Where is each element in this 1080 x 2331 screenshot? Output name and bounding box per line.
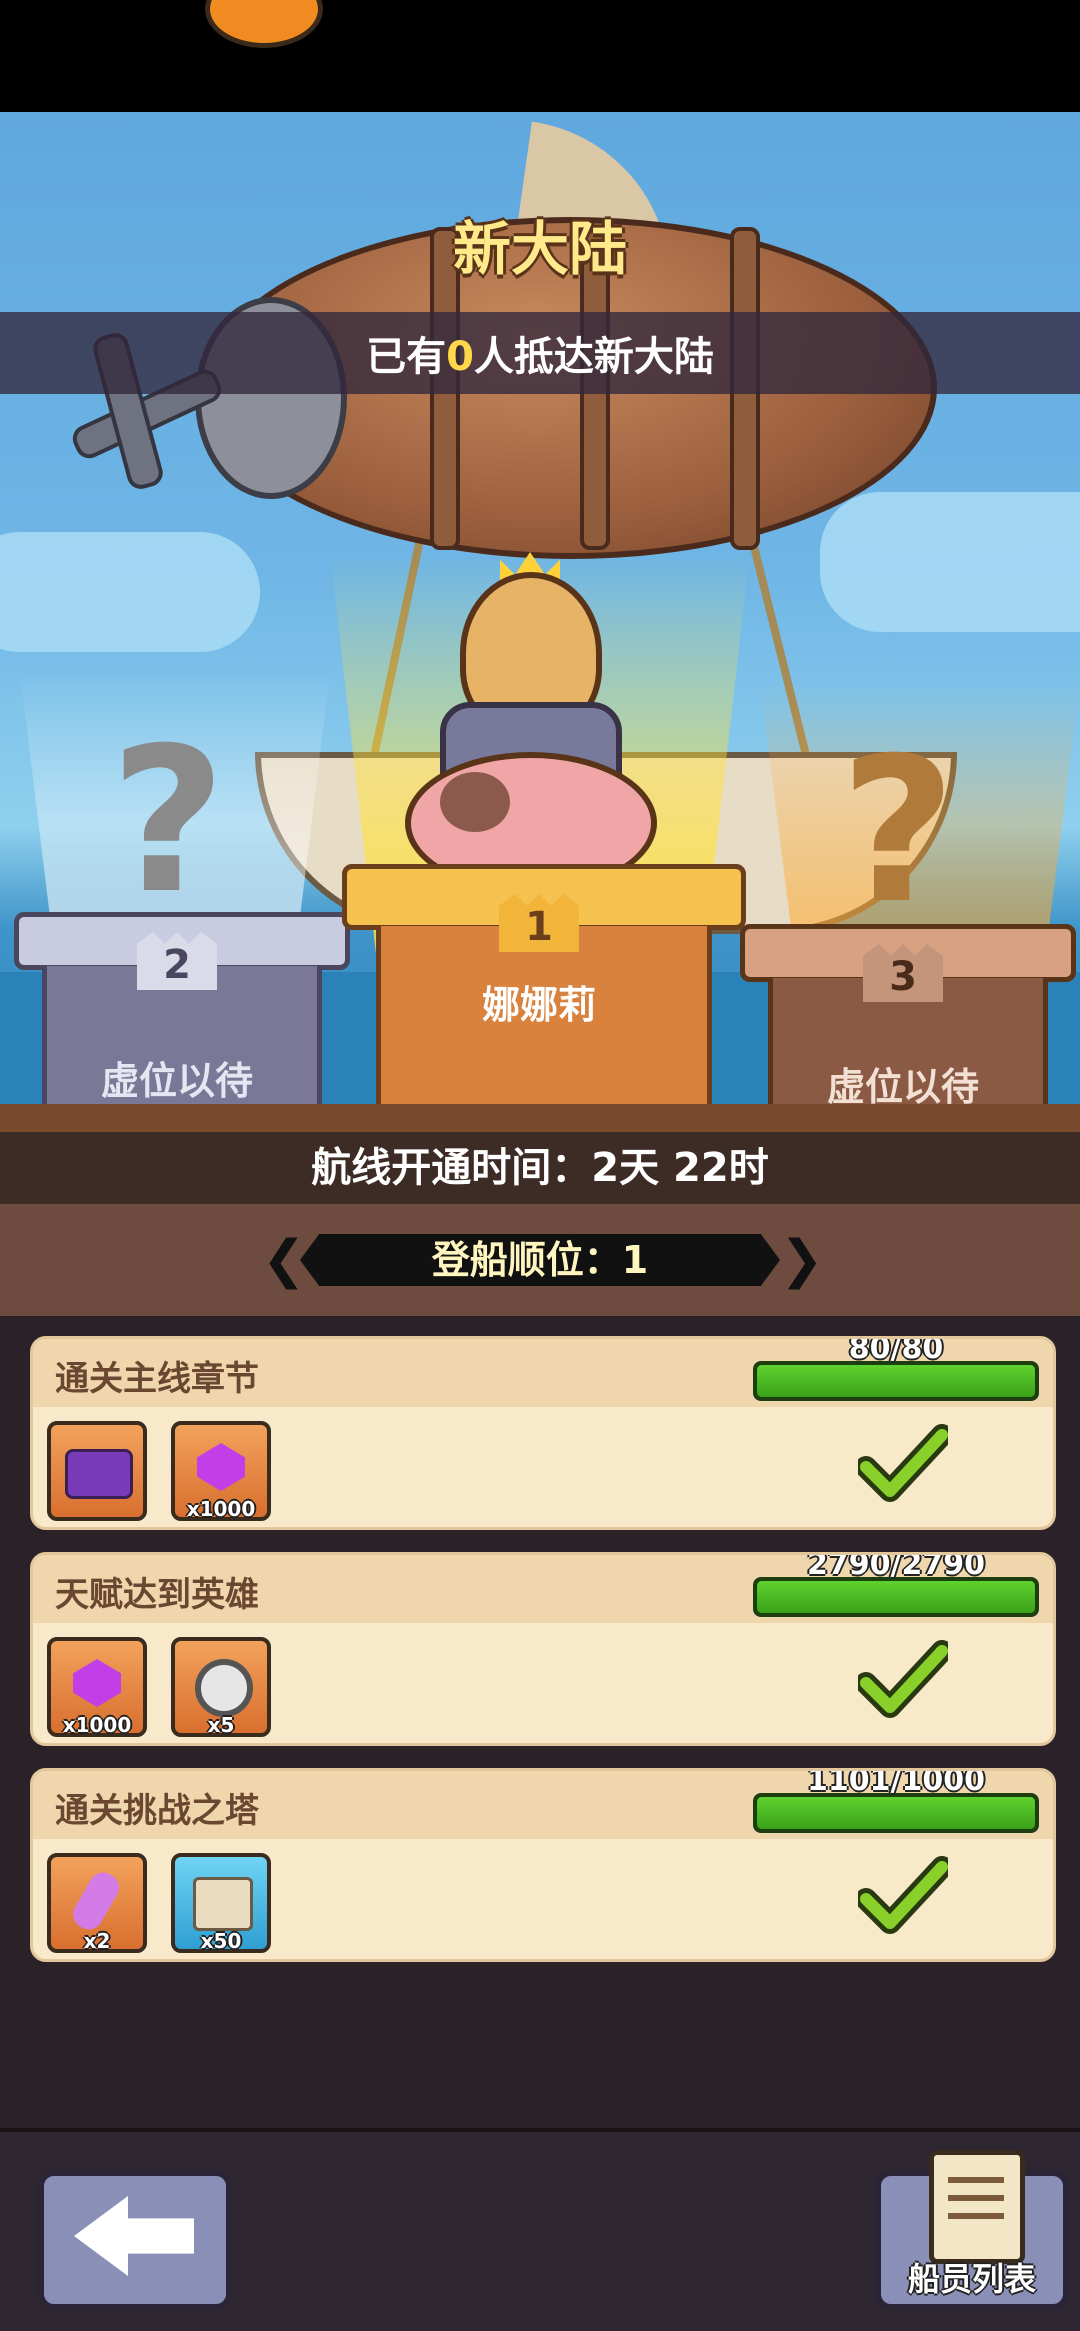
task-title: 通关挑战之塔 [55, 1791, 259, 1831]
reward-item[interactable]: x5 [171, 1637, 271, 1737]
reward-count: x1000 [186, 1497, 256, 1521]
dock [0, 1104, 1080, 1132]
podium-2[interactable]: 2 虚位以待 [14, 912, 350, 1132]
crew-list-label: 船员列表 [907, 2260, 1036, 2298]
progress-fill [757, 1365, 1035, 1397]
purple-key-icon [68, 1867, 124, 1935]
status-bar [0, 0, 1080, 112]
task-card: 通关挑战之塔 1101/1000 x2 x50 [30, 1768, 1056, 1962]
progress-text: 1101/1000 [807, 1768, 985, 1798]
progress-bar [753, 1577, 1039, 1617]
progress-bar [753, 1361, 1039, 1401]
back-button[interactable] [38, 2170, 232, 2310]
progress-fill [757, 1797, 1035, 1829]
purple-gem-icon [197, 1443, 245, 1491]
purple-gem-icon [73, 1659, 121, 1707]
cloud [820, 492, 1080, 632]
arrival-count: 0 [446, 334, 474, 380]
question-mark-icon: ? [110, 705, 227, 938]
arrival-suffix: 人抵达新大陆 [473, 334, 714, 380]
new-continent-screen: 新大陆 已有0人抵达新大陆 ? ? 2 虚位以待 1 娜娜莉 3 虚位以待 航线… [0, 0, 1080, 2331]
document-line [948, 2195, 1004, 2201]
rank-badge: 3 [863, 944, 943, 1002]
avatar[interactable] [205, 0, 323, 48]
reward-item[interactable] [47, 1421, 147, 1521]
task-title: 天赋达到英雄 [55, 1575, 259, 1615]
reward-item[interactable]: x1000 [47, 1637, 147, 1737]
podium-name: 虚位以待 [826, 1065, 979, 1109]
task-card: 天赋达到英雄 2790/2790 x1000 x5 [30, 1552, 1056, 1746]
chevron-left-icon[interactable]: ❮ [262, 1234, 306, 1286]
chevron-right-icon[interactable]: ❯ [780, 1234, 824, 1286]
progress-bar [753, 1793, 1039, 1833]
treasure-chest-icon [65, 1449, 133, 1499]
progress-text: 80/80 [848, 1336, 944, 1366]
airship-scene: 新大陆 已有0人抵达新大陆 ? ? 2 虚位以待 1 娜娜莉 3 虚位以待 [0, 112, 1080, 1132]
page-title: 新大陆 [452, 215, 627, 283]
boarding-order-bar: ❮ 登船顺位：1 ❯ [0, 1204, 1080, 1316]
reward-count: x5 [207, 1713, 235, 1737]
question-mark-icon: ? [840, 715, 957, 948]
document-line [948, 2213, 1004, 2219]
podium-name: 虚位以待 [100, 1059, 253, 1103]
reward-item[interactable]: x50 [171, 1853, 271, 1953]
podium-3[interactable]: 3 虚位以待 [740, 924, 1076, 1132]
reward-count: x1000 [62, 1713, 132, 1737]
checkmark-icon [858, 1424, 948, 1502]
scroll-icon [193, 1877, 253, 1931]
reward-count: x2 [83, 1929, 111, 1953]
back-arrow-icon [74, 2196, 194, 2276]
arrival-text: 已有0人抵达新大陆 [0, 324, 1080, 382]
reward-item[interactable]: x2 [47, 1853, 147, 1953]
rank-badge: 2 [137, 932, 217, 990]
document-line [948, 2177, 1004, 2183]
reward-item[interactable]: x1000 [171, 1421, 271, 1521]
progress-text: 2790/2790 [807, 1552, 985, 1582]
silver-coin-icon [195, 1659, 253, 1717]
podium-name: 娜娜莉 [481, 983, 596, 1027]
progress-fill [757, 1581, 1035, 1613]
task-title: 通关主线章节 [55, 1359, 259, 1399]
rank-badge: 1 [499, 894, 579, 952]
podium-body [376, 926, 712, 1132]
arrival-prefix: 已有 [366, 334, 447, 380]
checkmark-icon [858, 1856, 948, 1934]
checkmark-icon [858, 1640, 948, 1718]
route-open-time: 航线开通时间：2天 22时 [0, 1132, 1080, 1204]
pig-spot [440, 772, 510, 832]
boarding-order: 登船顺位：1 [300, 1234, 780, 1286]
crew-list-button[interactable]: 船员列表 [875, 2150, 1069, 2310]
reward-count: x50 [200, 1929, 242, 1953]
cloud [0, 532, 260, 652]
task-card: 通关主线章节 80/80 x1000 [30, 1336, 1056, 1530]
podium-1[interactable]: 1 娜娜莉 [342, 864, 746, 1132]
document-icon [929, 2150, 1025, 2264]
